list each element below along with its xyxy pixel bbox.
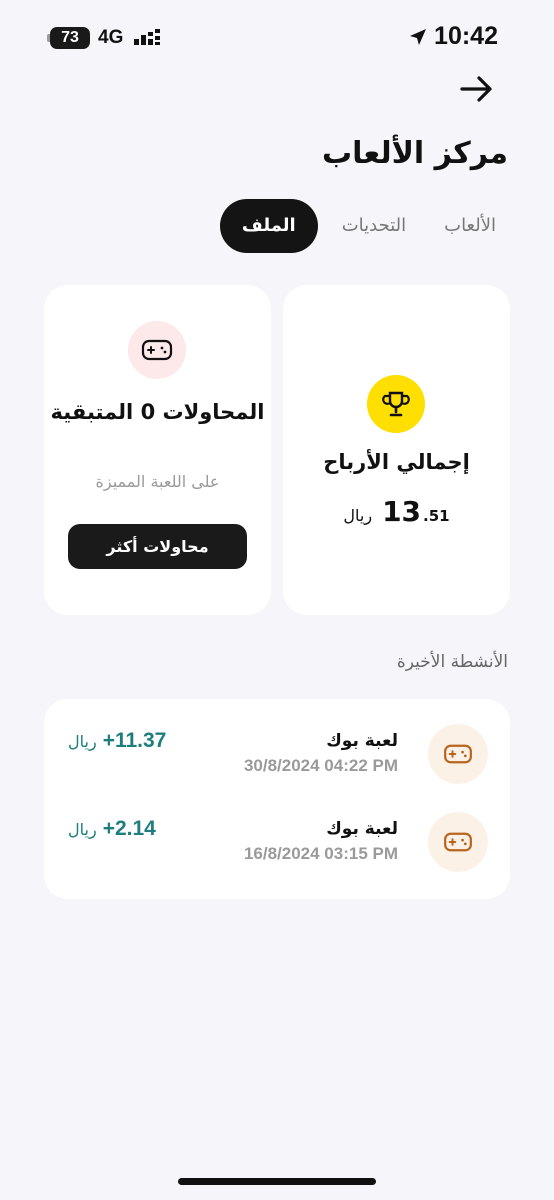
trophy-icon <box>382 391 410 417</box>
activity-date: 16/8/2024 03:15 PM <box>243 844 398 863</box>
activity-currency: ريال <box>68 820 97 839</box>
attempts-title: المحاولات 0 المتبقية <box>50 400 265 424</box>
battery-indicator: 73 <box>47 27 90 49</box>
activity-amount: ريال +11.37 <box>68 729 166 753</box>
activity-value: +2.14 <box>102 817 156 840</box>
recent-activity-title: الأنشطة الأخيرة <box>396 652 508 672</box>
gamepad-icon <box>141 339 173 361</box>
earnings-decimal: .51 <box>423 507 450 525</box>
page-title: مركز الألعاب <box>321 136 508 171</box>
attempts-subtitle: على اللعبة المميزة <box>95 472 220 491</box>
tab-challenges[interactable]: التحديات <box>328 199 420 253</box>
earnings-label: إجمالي الأرباح <box>323 450 470 474</box>
signal-icon <box>134 29 160 45</box>
activity-name: لعبة بوك <box>326 731 398 751</box>
status-bar: 73 4G 10:42 <box>0 0 554 78</box>
activity-list: لعبة بوك 30/8/2024 04:22 PM ريال +11.37 … <box>44 699 510 899</box>
tab-profile[interactable]: الملف <box>219 199 318 253</box>
list-item[interactable]: لعبة بوك 30/8/2024 04:22 PM ريال +11.37 <box>44 716 510 790</box>
earnings-amount: ريال 13 .51 <box>283 495 510 528</box>
earnings-integer: 13 <box>382 495 422 528</box>
more-attempts-button[interactable]: محاولات أكثر <box>68 524 247 569</box>
back-arrow-icon[interactable] <box>460 74 494 104</box>
gamepad-icon <box>444 744 472 764</box>
attempts-card: المحاولات 0 المتبقية على اللعبة المميزة … <box>44 285 271 615</box>
network-type: 4G <box>98 27 124 48</box>
activity-currency: ريال <box>68 732 97 751</box>
earnings-card: إجمالي الأرباح ريال 13 .51 <box>283 285 510 615</box>
tab-bar: الألعاب التحديات الملف <box>219 199 510 253</box>
clock-time: 10:42 <box>434 22 498 50</box>
activity-amount: ريال +2.14 <box>68 817 156 841</box>
earnings-currency: ريال <box>343 506 373 525</box>
home-indicator <box>178 1178 376 1185</box>
gamepad-icon <box>444 832 472 852</box>
activity-date: 30/8/2024 04:22 PM <box>243 756 398 775</box>
list-item[interactable]: لعبة بوك 16/8/2024 03:15 PM ريال +2.14 <box>44 804 510 878</box>
tab-games[interactable]: الألعاب <box>430 199 510 253</box>
location-arrow-icon <box>410 28 427 45</box>
activity-name: لعبة بوك <box>326 819 398 839</box>
activity-value: +11.37 <box>102 729 167 752</box>
